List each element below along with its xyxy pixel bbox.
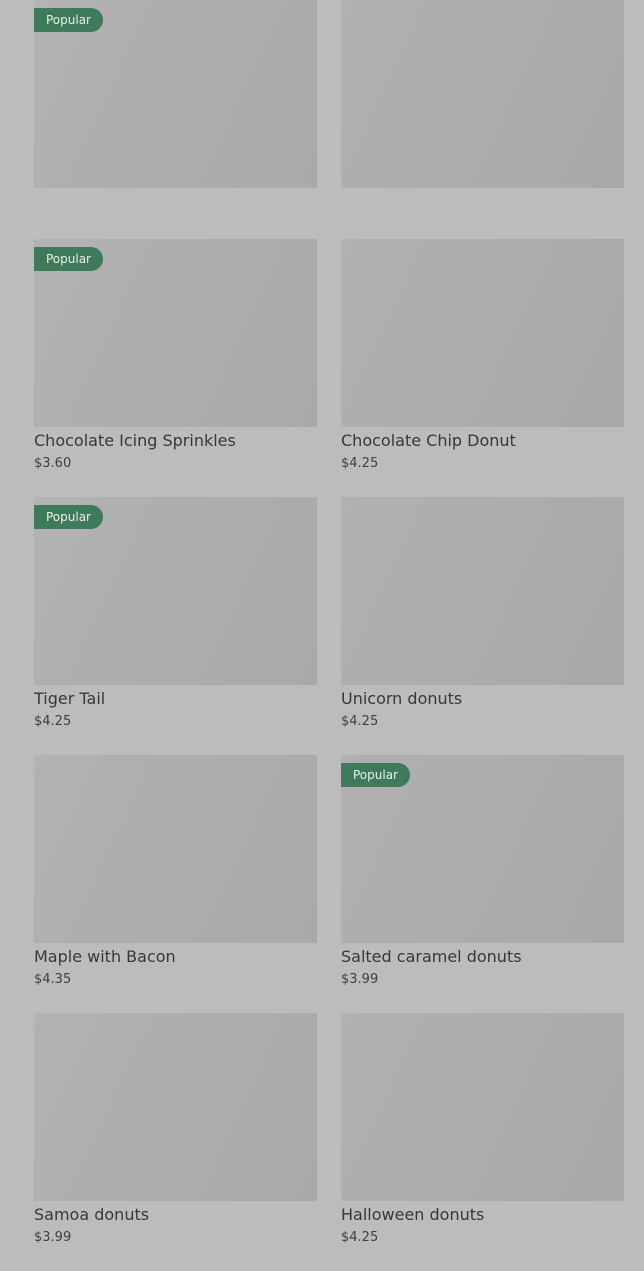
product-name[interactable]: Chocolate Icing Sprinkles — [34, 432, 317, 450]
product-image[interactable]: Popular — [34, 239, 317, 427]
popular-badge: Popular — [341, 763, 410, 787]
popular-badge: Popular — [34, 8, 103, 32]
product-card[interactable]: Samoa donuts $3.99 — [34, 1013, 317, 1271]
product-image[interactable] — [341, 497, 624, 685]
product-name[interactable]: Samoa donuts — [34, 1206, 317, 1224]
product-image[interactable] — [341, 239, 624, 427]
product-price: $4.25 — [34, 714, 72, 729]
product-card[interactable] — [341, 0, 624, 258]
product-name[interactable]: Unicorn donuts — [341, 690, 624, 708]
product-card[interactable]: Popular Tiger Tail $4.25 — [34, 497, 317, 755]
product-image[interactable] — [341, 1013, 624, 1201]
product-price: $3.60 — [34, 456, 72, 471]
product-card[interactable]: Maple with Bacon $4.35 — [34, 755, 317, 1013]
product-card[interactable]: Popular Chocolate Icing Sprinkles $3.60 — [34, 239, 317, 497]
product-price: $4.25 — [341, 714, 379, 729]
product-name[interactable]: Halloween donuts — [341, 1206, 624, 1224]
product-image[interactable] — [341, 0, 624, 188]
product-price: $4.25 — [341, 456, 379, 471]
product-image[interactable] — [34, 755, 317, 943]
product-name[interactable]: Tiger Tail — [34, 690, 317, 708]
product-name[interactable]: Salted caramel donuts — [341, 948, 624, 966]
product-name[interactable]: Chocolate Chip Donut — [341, 432, 624, 450]
product-image[interactable]: Popular — [341, 755, 624, 943]
product-card[interactable]: Popular — [34, 0, 317, 258]
product-price: $4.35 — [34, 972, 72, 987]
product-card[interactable]: Unicorn donuts $4.25 — [341, 497, 624, 755]
product-image[interactable]: Popular — [34, 497, 317, 685]
popular-badge: Popular — [34, 505, 103, 529]
product-card[interactable]: Chocolate Chip Donut $4.25 — [341, 239, 624, 497]
product-image[interactable] — [34, 1013, 317, 1201]
product-name[interactable]: Maple with Bacon — [34, 948, 317, 966]
product-price: $3.99 — [34, 1230, 72, 1245]
product-card[interactable]: Halloween donuts $4.25 — [341, 1013, 624, 1271]
product-card[interactable]: Popular Salted caramel donuts $3.99 — [341, 755, 624, 1013]
product-image[interactable]: Popular — [34, 0, 317, 188]
product-price: $3.99 — [341, 972, 379, 987]
product-price: $4.25 — [341, 1230, 379, 1245]
